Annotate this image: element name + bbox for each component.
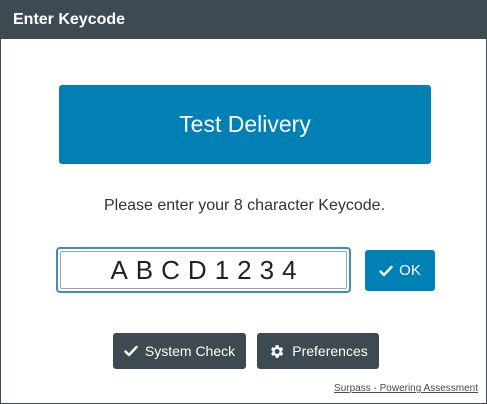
check-icon <box>379 265 393 277</box>
keycode-input[interactable] <box>60 251 347 289</box>
keycode-prompt: Please enter your 8 character Keycode. <box>103 197 386 214</box>
preferences-label: Preferences <box>292 343 368 359</box>
dialog-title: Enter Keycode <box>1 1 486 39</box>
banner-label: Test Delivery <box>179 111 311 137</box>
keycode-field-focus-ring <box>56 247 351 293</box>
system-check-button[interactable]: System Check <box>113 333 246 369</box>
keycode-dialog: Enter Keycode Test Delivery Please enter… <box>0 0 487 404</box>
check-icon <box>124 345 138 357</box>
system-check-label: System Check <box>144 343 236 359</box>
test-delivery-banner: Test Delivery <box>59 85 431 164</box>
preferences-button[interactable]: Preferences <box>257 333 379 369</box>
surpass-footer-link[interactable]: Surpass - Powering Assessment <box>334 383 478 394</box>
ok-button[interactable]: OK <box>365 250 435 291</box>
ok-button-label: OK <box>399 262 421 279</box>
gear-icon <box>268 343 285 360</box>
